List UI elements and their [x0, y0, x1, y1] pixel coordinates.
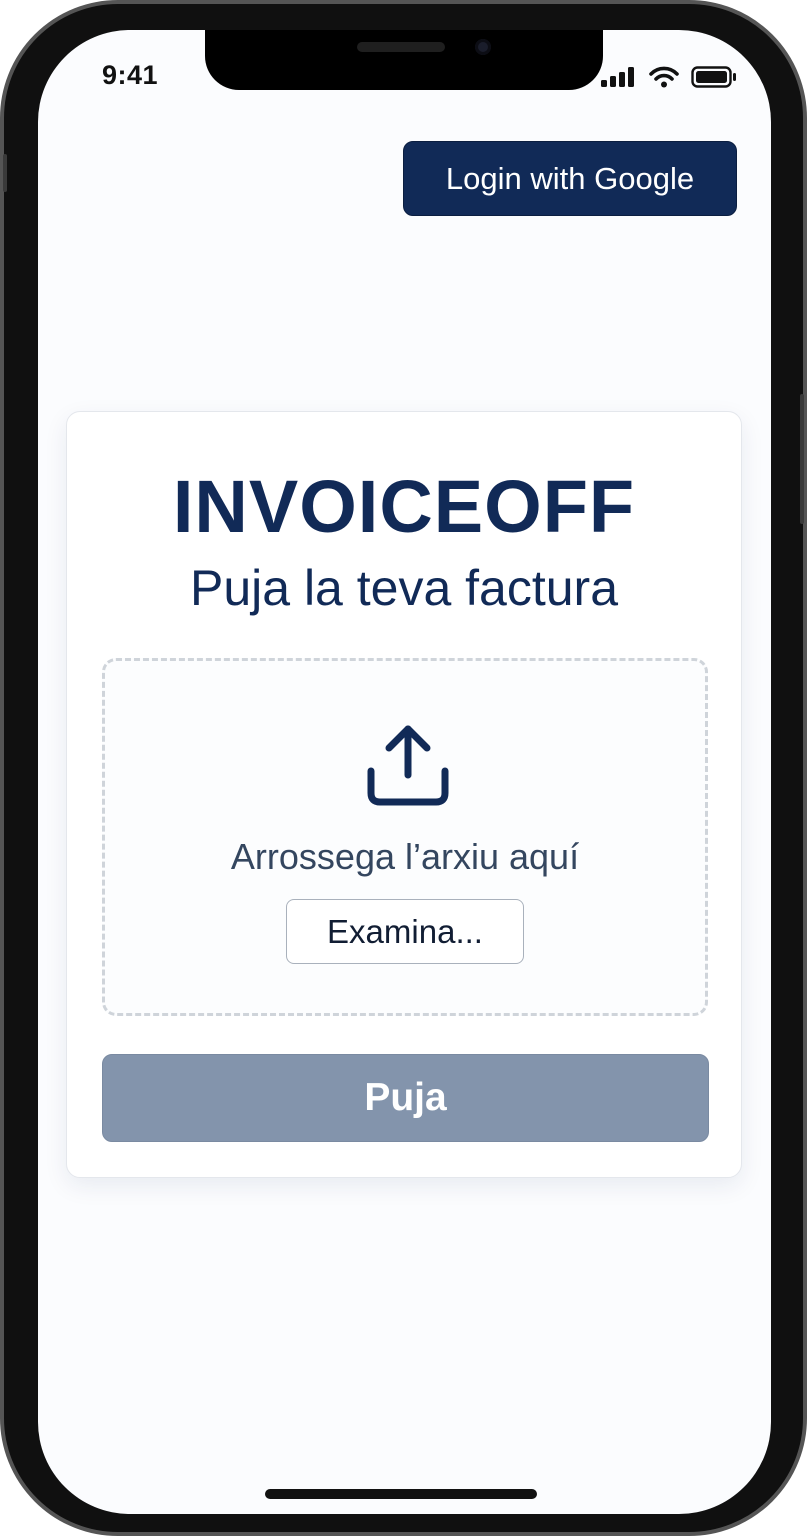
phone-frame: 9:41 Login with Google INVOICEOFF Puja l… [0, 0, 807, 1536]
speaker-grille [357, 42, 445, 52]
status-time: 9:41 [102, 60, 159, 90]
upload-icon [367, 725, 449, 806]
browse-files-button[interactable]: Examina... [286, 899, 524, 964]
page-subtitle: Puja la teva factura [189, 560, 619, 616]
notch [205, 30, 603, 90]
upload-submit-button[interactable]: Puja [102, 1054, 709, 1142]
battery-icon [691, 66, 736, 88]
side-button [3, 154, 7, 192]
login-with-google-button[interactable]: Login with Google [403, 141, 737, 216]
front-camera-icon [475, 39, 491, 55]
screen: 9:41 Login with Google INVOICEOFF Puja l… [38, 30, 771, 1514]
cellular-signal-icon [601, 67, 634, 87]
side-button [800, 394, 804, 524]
home-indicator[interactable] [265, 1489, 537, 1499]
app-title: INVOICEOFF [172, 465, 636, 548]
status-icons [601, 66, 737, 88]
dropzone-instructions: Arrossega l’arxiu aquí [230, 836, 580, 877]
wifi-icon [649, 66, 679, 88]
file-dropzone[interactable]: Arrossega l’arxiu aquí Examina... [102, 658, 708, 1016]
upload-card: INVOICEOFF Puja la teva factura Arrosseg… [66, 411, 742, 1178]
